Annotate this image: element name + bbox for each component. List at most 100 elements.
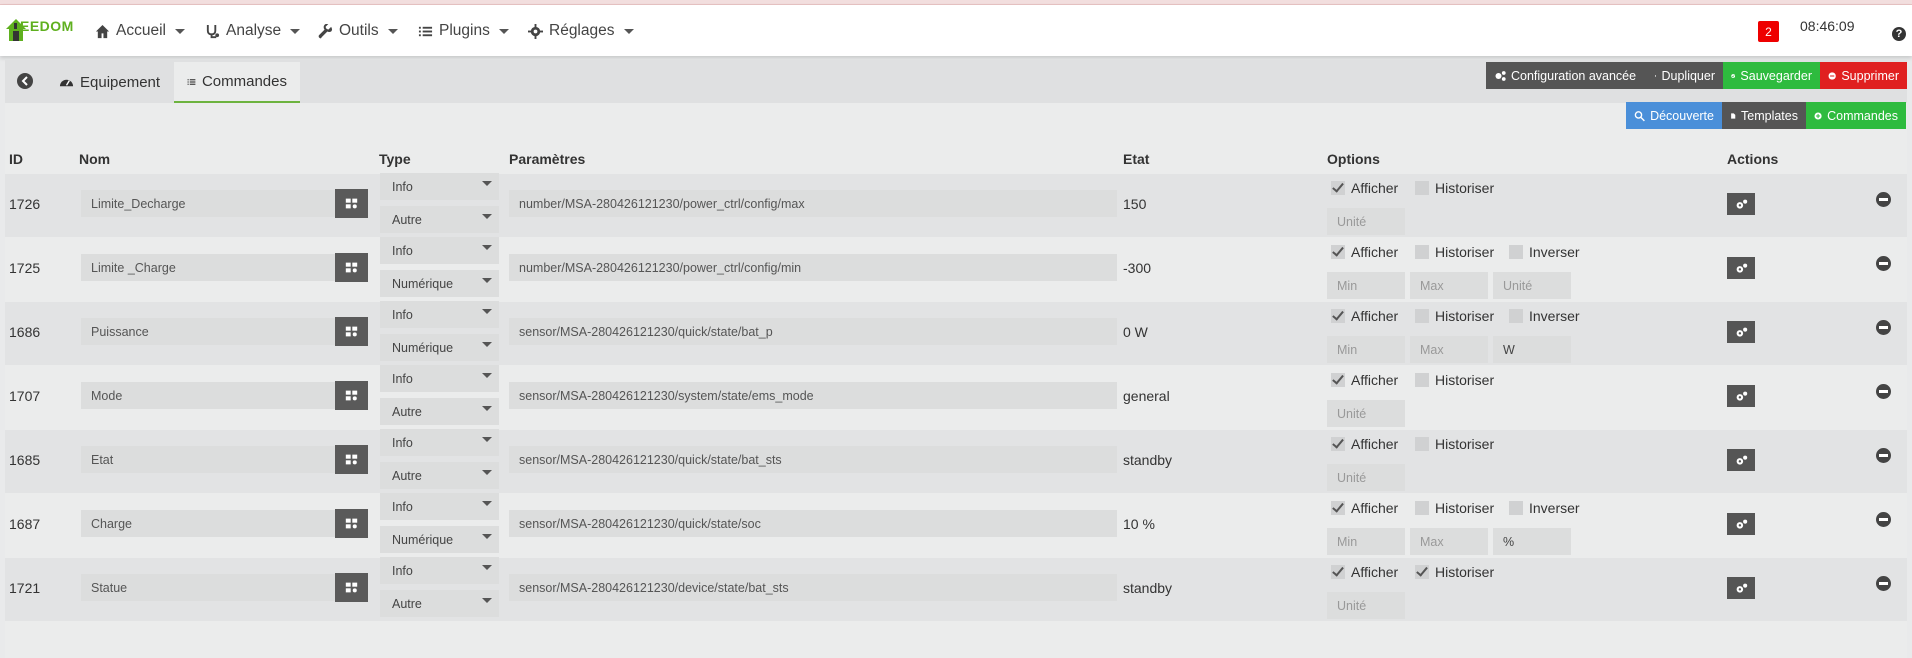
historiser-checkbox[interactable]	[1415, 501, 1429, 515]
historiser-option[interactable]: Historiser	[1415, 372, 1494, 388]
param-input[interactable]: number/MSA-280426121230/power_ctrl/confi…	[509, 190, 1117, 217]
historiser-option[interactable]: Historiser	[1415, 436, 1494, 452]
param-input[interactable]: sensor/MSA-280426121230/quick/state/bat_…	[509, 446, 1117, 473]
afficher-checkbox[interactable]	[1331, 309, 1345, 323]
historiser-option[interactable]: Historiser	[1415, 564, 1494, 580]
type-select[interactable]: Info	[380, 301, 499, 328]
command-name-input[interactable]: Etat	[81, 446, 339, 473]
configure-command-button[interactable]	[1727, 193, 1755, 215]
command-name-input[interactable]: Mode	[81, 382, 339, 409]
historiser-checkbox[interactable]	[1415, 437, 1429, 451]
min-input[interactable]: Min	[1327, 528, 1405, 555]
save-button[interactable]: Sauvegarder	[1723, 62, 1820, 89]
icon-picker-button[interactable]	[335, 445, 368, 474]
unit-input[interactable]: W	[1493, 336, 1571, 363]
nav-outils[interactable]: Outils	[318, 19, 398, 43]
unit-input[interactable]: Unité	[1493, 272, 1571, 299]
icon-picker-button[interactable]	[335, 509, 368, 538]
subtype-select[interactable]: Autre	[380, 462, 499, 489]
subtype-select[interactable]: Numérique	[380, 334, 499, 361]
duplicate-button[interactable]: Dupliquer	[1647, 62, 1723, 89]
type-select[interactable]: Info	[380, 365, 499, 392]
remove-command-icon[interactable]	[1876, 192, 1891, 207]
command-name-input[interactable]: Limite_Decharge	[81, 190, 339, 217]
command-name-input[interactable]: Puissance	[81, 318, 339, 345]
afficher-checkbox[interactable]	[1331, 373, 1345, 387]
max-input[interactable]: Max	[1410, 336, 1488, 363]
subtype-select[interactable]: Autre	[380, 590, 499, 617]
param-input[interactable]: sensor/MSA-280426121230/quick/state/bat_…	[509, 318, 1117, 345]
inverser-option[interactable]: Inverser	[1509, 500, 1580, 516]
inverser-checkbox[interactable]	[1509, 245, 1523, 259]
max-input[interactable]: Max	[1410, 528, 1488, 555]
subtype-select[interactable]: Numérique	[380, 526, 499, 553]
command-name-input[interactable]: Charge	[81, 510, 339, 537]
historiser-checkbox[interactable]	[1415, 245, 1429, 259]
icon-picker-button[interactable]	[335, 573, 368, 602]
nav-analyse[interactable]: Analyse	[205, 19, 301, 43]
type-select[interactable]: Info	[380, 429, 499, 456]
configure-command-button[interactable]	[1727, 385, 1755, 407]
add-command-button[interactable]: Commandes	[1806, 102, 1906, 129]
unit-input[interactable]: Unité	[1327, 464, 1405, 491]
unit-input[interactable]: Unité	[1327, 400, 1405, 427]
subtype-select[interactable]: Autre	[380, 206, 499, 233]
nav-plugins[interactable]: Plugins	[418, 19, 509, 43]
nav-accueil[interactable]: Accueil	[95, 19, 185, 43]
tab-commandes[interactable]: Commandes	[174, 62, 300, 103]
templates-button[interactable]: Templates	[1722, 102, 1806, 129]
remove-command-icon[interactable]	[1876, 256, 1891, 271]
inverser-option[interactable]: Inverser	[1509, 308, 1580, 324]
icon-picker-button[interactable]	[335, 381, 368, 410]
unit-input[interactable]: Unité	[1327, 592, 1405, 619]
remove-command-icon[interactable]	[1876, 384, 1891, 399]
historiser-option[interactable]: Historiser	[1415, 500, 1494, 516]
max-input[interactable]: Max	[1410, 272, 1488, 299]
historiser-checkbox[interactable]	[1415, 309, 1429, 323]
afficher-option[interactable]: Afficher	[1331, 564, 1398, 580]
tab-equipement[interactable]: Equipement	[47, 62, 172, 103]
param-input[interactable]: sensor/MSA-280426121230/quick/state/soc	[509, 510, 1117, 537]
configure-command-button[interactable]	[1727, 449, 1755, 471]
icon-picker-button[interactable]	[335, 253, 368, 282]
afficher-option[interactable]: Afficher	[1331, 372, 1398, 388]
command-name-input[interactable]: Statue	[81, 574, 339, 601]
afficher-option[interactable]: Afficher	[1331, 180, 1398, 196]
historiser-checkbox[interactable]	[1415, 373, 1429, 387]
inverser-option[interactable]: Inverser	[1509, 244, 1580, 260]
afficher-checkbox[interactable]	[1331, 501, 1345, 515]
historiser-option[interactable]: Historiser	[1415, 180, 1494, 196]
configure-command-button[interactable]	[1727, 321, 1755, 343]
afficher-checkbox[interactable]	[1331, 437, 1345, 451]
unit-input[interactable]: %	[1493, 528, 1571, 555]
afficher-checkbox[interactable]	[1331, 245, 1345, 259]
command-name-input[interactable]: Limite _Charge	[81, 254, 339, 281]
afficher-checkbox[interactable]	[1331, 181, 1345, 195]
back-arrow-icon[interactable]	[17, 73, 33, 89]
configure-command-button[interactable]	[1727, 257, 1755, 279]
advanced-config-button[interactable]: Configuration avancée	[1486, 62, 1647, 89]
param-input[interactable]: sensor/MSA-280426121230/system/state/ems…	[509, 382, 1117, 409]
delete-button[interactable]: Supprimer	[1820, 62, 1907, 89]
afficher-option[interactable]: Afficher	[1331, 436, 1398, 452]
historiser-option[interactable]: Historiser	[1415, 308, 1494, 324]
type-select[interactable]: Info	[380, 493, 499, 520]
historiser-checkbox[interactable]	[1415, 181, 1429, 195]
afficher-option[interactable]: Afficher	[1331, 308, 1398, 324]
afficher-option[interactable]: Afficher	[1331, 244, 1398, 260]
subtype-select[interactable]: Autre	[380, 398, 499, 425]
icon-picker-button[interactable]	[335, 189, 368, 218]
remove-command-icon[interactable]	[1876, 448, 1891, 463]
remove-command-icon[interactable]	[1876, 576, 1891, 591]
subtype-select[interactable]: Numérique	[380, 270, 499, 297]
help-icon[interactable]: ?	[1892, 27, 1906, 41]
min-input[interactable]: Min	[1327, 336, 1405, 363]
remove-command-icon[interactable]	[1876, 512, 1891, 527]
discovery-button[interactable]: Découverte	[1626, 102, 1722, 129]
inverser-checkbox[interactable]	[1509, 309, 1523, 323]
afficher-checkbox[interactable]	[1331, 565, 1345, 579]
nav-reglages[interactable]: Réglages	[528, 19, 634, 43]
unit-input[interactable]: Unité	[1327, 208, 1405, 235]
historiser-option[interactable]: Historiser	[1415, 244, 1494, 260]
param-input[interactable]: sensor/MSA-280426121230/device/state/bat…	[509, 574, 1117, 601]
